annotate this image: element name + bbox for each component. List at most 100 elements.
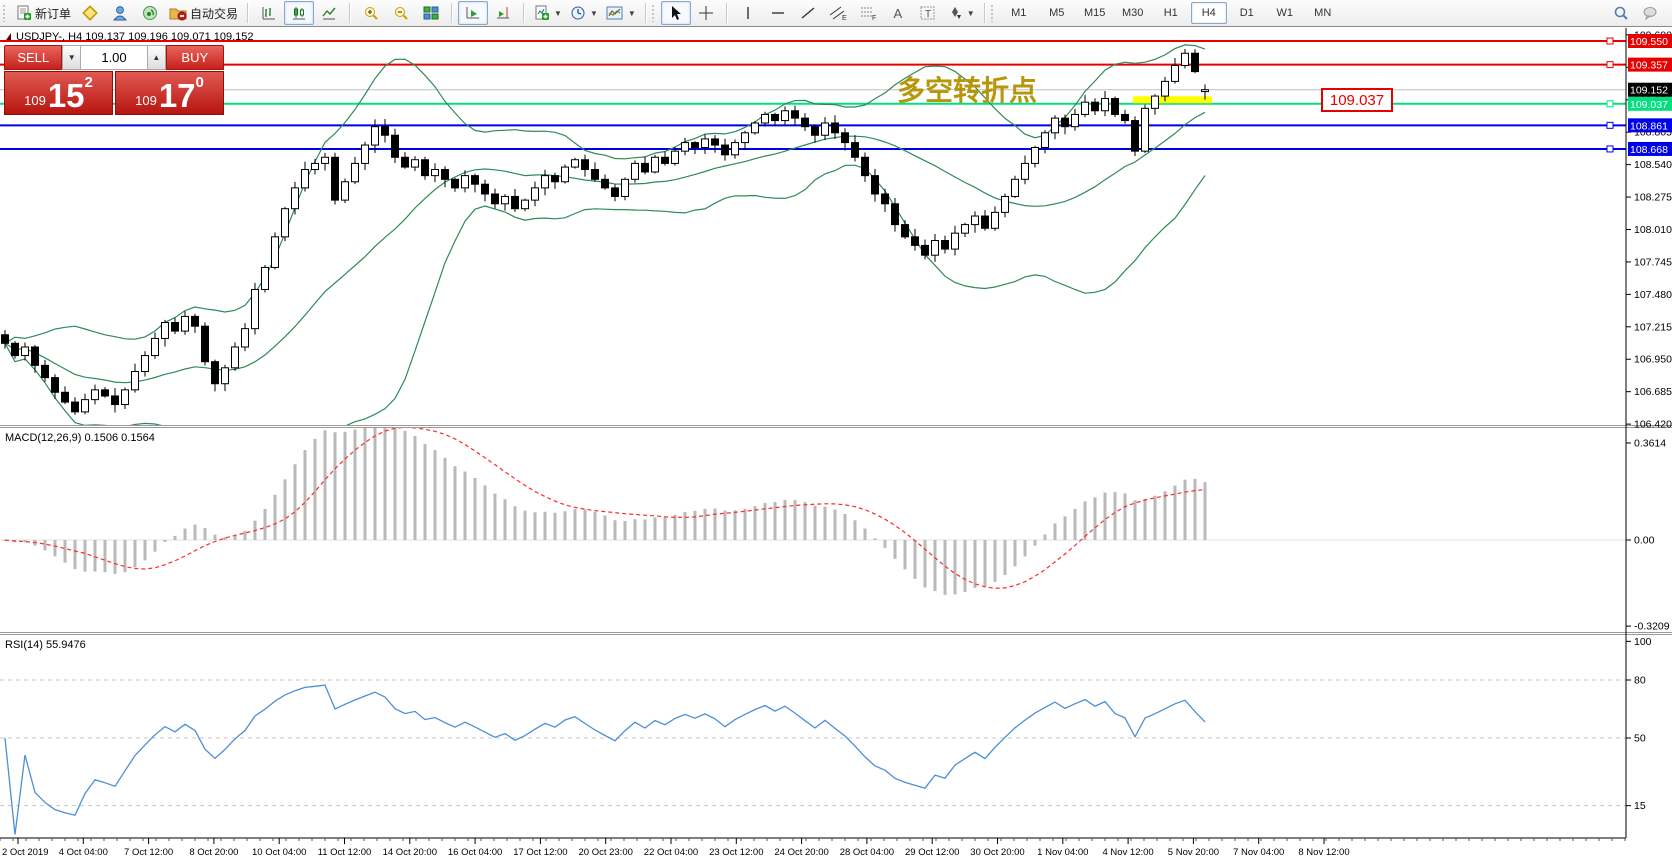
volume-spin-up-button[interactable]: ▲ <box>147 45 166 70</box>
auto-scroll-button[interactable] <box>458 1 488 25</box>
price-badge-text: 109.550 <box>1630 36 1668 48</box>
periods-button[interactable]: ▼ <box>566 1 602 25</box>
dropdown-caret-icon: ▼ <box>967 9 975 18</box>
metaeditor-button[interactable] <box>75 1 105 25</box>
timeframe-m5-button[interactable]: M5 <box>1039 2 1075 24</box>
candle-body <box>382 127 389 136</box>
candle-body <box>232 347 239 368</box>
candle-body <box>172 323 179 332</box>
dropdown-caret-icon: ▼ <box>590 9 598 18</box>
price-axis[interactable]: 109.600109.335109.070108.805108.540108.2… <box>1626 28 1672 838</box>
macd-label: MACD(12,26,9) 0.1506 0.1564 <box>5 432 155 444</box>
indicators-button[interactable]: ▼ <box>530 1 566 25</box>
chart-window[interactable]: 多空转折点109.037USDJPY-, H4 109.137 109.196 … <box>0 28 1672 860</box>
zoom-out-button[interactable] <box>386 1 416 25</box>
horizontal-line-icon <box>770 5 786 21</box>
macd-histogram-bar <box>574 509 577 540</box>
volume-spin-down-button[interactable]: ▼ <box>62 45 81 70</box>
candle-body <box>702 139 709 148</box>
candle-body <box>1192 53 1199 71</box>
macd-histogram-bar <box>1004 540 1007 575</box>
macd-histogram-bar <box>804 502 807 540</box>
candlestick-chart-button[interactable] <box>284 1 314 25</box>
chart-shift-button[interactable] <box>488 1 518 25</box>
timeframe-m30-button[interactable]: M30 <box>1115 2 1151 24</box>
macd-histogram-bar <box>984 540 987 586</box>
bollinger-middle-band[interactable] <box>5 112 1205 382</box>
candle-body <box>612 188 619 197</box>
toolbar-drag-handle[interactable] <box>651 4 656 22</box>
macd-histogram-bar <box>434 450 437 540</box>
macd-histogram-bar <box>1074 509 1077 540</box>
time-axis[interactable]: 2 Oct 20194 Oct 04:007 Oct 12:008 Oct 20… <box>0 838 1626 858</box>
candle-body <box>302 170 309 188</box>
text-tool-button[interactable]: A <box>883 1 913 25</box>
candle-body <box>352 163 359 181</box>
signals-button[interactable] <box>135 1 165 25</box>
autotrading-button[interactable]: 自动交易 <box>165 1 242 25</box>
candle-body <box>422 160 429 176</box>
chart-annotation-text[interactable]: 多空转折点 <box>897 74 1037 107</box>
horizontal-line-tool-button[interactable] <box>763 1 793 25</box>
time-tick-label: 7 Oct 12:00 <box>124 847 173 858</box>
timeframe-h1-button[interactable]: H1 <box>1153 2 1189 24</box>
toolbar-drag-handle[interactable] <box>2 4 7 22</box>
timeframe-m1-button[interactable]: M1 <box>1001 2 1037 24</box>
buy-price-panel[interactable]: 109170 <box>115 71 224 115</box>
timeframe-w1-button[interactable]: W1 <box>1267 2 1303 24</box>
sell-button[interactable]: SELL <box>4 45 62 70</box>
trendline-tool-button[interactable] <box>793 1 823 25</box>
new-order-button[interactable]: 新订单 <box>12 1 75 25</box>
templates-button[interactable]: ▼ <box>602 1 640 25</box>
zoom-in-button[interactable] <box>356 1 386 25</box>
level-line-handle[interactable] <box>1607 38 1613 44</box>
sell-price-panel[interactable]: 109152 <box>4 71 113 115</box>
arrows-tool-button[interactable]: ▼ <box>943 1 979 25</box>
cursor-tool-button[interactable] <box>661 1 691 25</box>
volume-input[interactable] <box>81 45 147 70</box>
fibonacci-tool-button[interactable]: F <box>853 1 883 25</box>
chart-canvas[interactable]: 多空转折点109.037USDJPY-, H4 109.137 109.196 … <box>0 28 1672 860</box>
search-button[interactable] <box>1606 1 1636 25</box>
vertical-line-tool-button[interactable] <box>733 1 763 25</box>
bar-chart-button[interactable] <box>254 1 284 25</box>
chat-button[interactable] <box>105 1 135 25</box>
clock-icon <box>570 5 586 21</box>
vertical-line-icon <box>741 5 755 21</box>
level-line-handle[interactable] <box>1607 122 1613 128</box>
toolbar-drag-handle[interactable] <box>990 4 995 22</box>
buy-button[interactable]: BUY <box>166 45 224 70</box>
help-button[interactable] <box>1636 1 1666 25</box>
macd-histogram-bar <box>814 506 817 540</box>
macd-histogram-bar <box>364 426 367 540</box>
macd-histogram-bar <box>914 540 917 579</box>
buy-price-big: 17 <box>159 79 196 112</box>
macd-histogram-bar <box>1154 496 1157 540</box>
candle-body <box>32 347 39 365</box>
candle-body <box>82 400 89 412</box>
yellow-highlight-segment[interactable] <box>1133 96 1212 103</box>
equidistant-channel-tool-button[interactable]: E <box>823 1 853 25</box>
macd-histogram-bar <box>354 429 357 540</box>
candle-body <box>152 338 159 355</box>
timeframe-m15-button[interactable]: M15 <box>1077 2 1113 24</box>
auto-scroll-icon <box>465 5 481 21</box>
candle-body <box>832 123 839 133</box>
level-line-handle[interactable] <box>1607 146 1613 152</box>
line-chart-button[interactable] <box>314 1 344 25</box>
macd-histogram-bar <box>124 540 127 572</box>
timeframe-mn-button[interactable]: MN <box>1305 2 1341 24</box>
timeframe-h4-button[interactable]: H4 <box>1191 2 1227 24</box>
text-label-tool-button[interactable]: T <box>913 1 943 25</box>
crosshair-tool-button[interactable] <box>691 1 721 25</box>
level-line-handle[interactable] <box>1607 101 1613 107</box>
timeframe-d1-button[interactable]: D1 <box>1229 2 1265 24</box>
candle-body <box>392 135 399 157</box>
level-line-handle[interactable] <box>1607 62 1613 68</box>
bollinger-lower-band[interactable] <box>5 165 1205 448</box>
price-badge-text: 108.861 <box>1630 120 1668 132</box>
tile-windows-button[interactable] <box>416 1 446 25</box>
macd-histogram-bar <box>1044 535 1047 540</box>
candle-body <box>342 182 349 200</box>
time-tick-label: 5 Nov 20:00 <box>1168 847 1219 858</box>
